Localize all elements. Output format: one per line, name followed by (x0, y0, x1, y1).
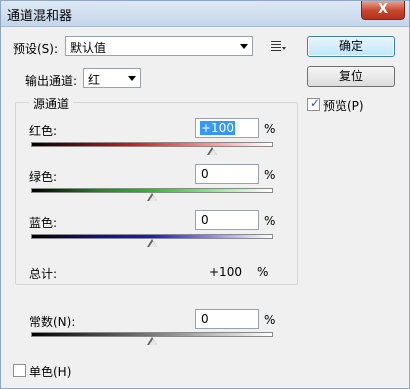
preset-label: 预设(S): (13, 42, 59, 56)
monochrome-checkbox[interactable] (13, 364, 26, 377)
constant-label: 常数(N): (29, 315, 76, 329)
green-label: 绿色: (29, 170, 58, 184)
red-unit: % (264, 122, 276, 136)
red-slider-track[interactable] (31, 142, 273, 147)
green-unit: % (264, 168, 276, 182)
constant-slider-thumb[interactable] (147, 337, 158, 346)
title-bar[interactable]: 通道混和器 X (1, 1, 409, 27)
green-value: 0 (201, 167, 209, 181)
total-label: 总计: (29, 267, 58, 281)
checkmark-icon: ✓ (310, 96, 321, 110)
blue-input[interactable]: 0 (195, 210, 259, 230)
output-channel-dropdown[interactable]: 红 (83, 68, 141, 88)
preset-dropdown[interactable]: 默认值 (65, 36, 253, 56)
red-input[interactable]: +100 (195, 118, 259, 138)
ok-button[interactable]: 确定 (307, 36, 395, 57)
chevron-down-icon (128, 76, 136, 81)
preview-checkbox[interactable]: ✓ (307, 96, 321, 111)
reset-button[interactable]: 复位 (307, 66, 395, 87)
monochrome-label: 单色(H) (29, 365, 72, 379)
close-button[interactable]: X (361, 1, 405, 20)
preset-options-menu-icon[interactable] (271, 39, 287, 53)
close-icon: X (377, 2, 389, 17)
red-slider-thumb[interactable] (207, 147, 218, 156)
source-channels-title: 源通道 (29, 95, 74, 112)
output-channel-label: 输出通道: (25, 74, 78, 88)
red-label: 红色: (29, 124, 58, 138)
preset-value: 默认值 (70, 41, 107, 55)
preview-label: 预览(P) (323, 99, 364, 113)
output-channel-value: 红 (88, 73, 101, 87)
constant-unit: % (264, 313, 276, 327)
blue-value: 0 (201, 213, 209, 227)
blue-label: 蓝色: (29, 216, 58, 230)
blue-slider-thumb[interactable] (147, 239, 158, 248)
window-title: 通道混和器 (7, 9, 73, 24)
blue-unit: % (264, 214, 276, 228)
red-value: +100 (200, 121, 235, 135)
green-input[interactable]: 0 (195, 164, 259, 184)
channel-mixer-dialog: 通道混和器 X 预设(S): 默认值 输出通道: 红 确定 复位 ✓ 预览(P)… (0, 0, 410, 389)
chevron-down-icon (240, 44, 248, 49)
green-slider-thumb[interactable] (147, 193, 158, 202)
constant-value: 0 (201, 312, 209, 326)
constant-input[interactable]: 0 (195, 309, 259, 329)
total-unit: % (257, 265, 269, 279)
total-value: +100 (209, 265, 242, 279)
